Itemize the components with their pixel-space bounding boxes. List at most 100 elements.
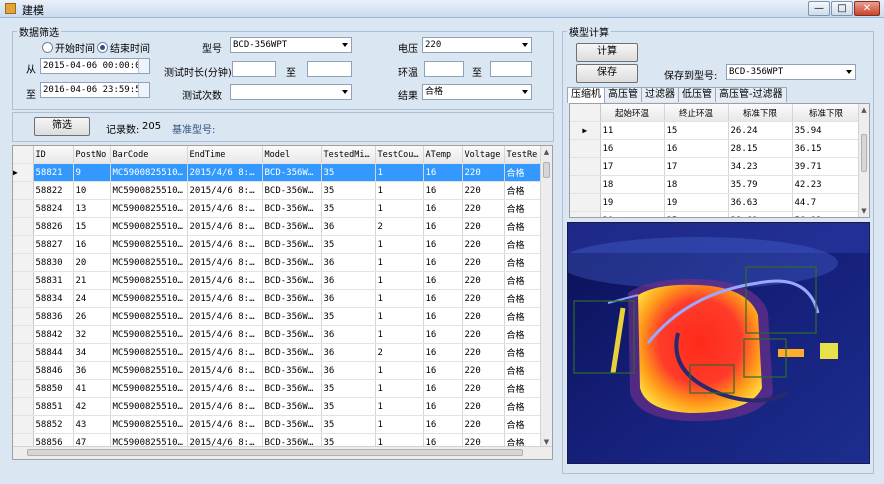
table-cell[interactable]: 1 — [375, 379, 424, 398]
table-cell[interactable]: 2015/4/6 8:24 — [187, 235, 263, 254]
table-cell[interactable]: 16 — [423, 235, 463, 254]
calc-col-header[interactable]: 标准下限 — [728, 104, 793, 122]
calc-cell[interactable]: 36.63 — [728, 193, 793, 212]
table-cell[interactable]: 41 — [73, 379, 111, 398]
table-cell[interactable]: 2015/4/6 8:38 — [187, 397, 263, 416]
table-cell[interactable]: BCD-356WPT — [262, 199, 322, 218]
scroll-up-icon[interactable]: ▲ — [541, 146, 552, 158]
scroll-thumb[interactable] — [861, 134, 867, 172]
calc-grid-scrollbar[interactable]: ▲ ▼ — [858, 104, 869, 217]
table-cell[interactable]: 1 — [375, 289, 424, 308]
table-row[interactable]: 58831 21 MC5900825510... 2015/4/6 8:27 BCD-3… — [13, 271, 543, 290]
calc-cell[interactable]: 11 — [600, 121, 665, 140]
table-cell[interactable]: 1 — [375, 181, 424, 200]
table-cell[interactable]: 合格 — [504, 199, 543, 218]
row-header[interactable] — [570, 211, 601, 217]
table-cell[interactable]: 合格 — [504, 343, 543, 362]
table-row[interactable]: 58827 16 MC5900825510... 2015/4/6 8:24 BCD-3… — [13, 235, 543, 254]
calc-col-header[interactable]: 起始环温 — [600, 104, 665, 122]
table-cell[interactable]: 36 — [73, 361, 111, 380]
table-row[interactable]: 58844 34 MC5900825510... 2015/4/6 8:34 BCD-3… — [13, 343, 543, 362]
table-cell[interactable]: 合格 — [504, 217, 543, 236]
table-cell[interactable]: 13 — [73, 199, 111, 218]
table-row[interactable]: 58850 41 MC5900825510... 2015/4/6 8:38 BCD-3… — [13, 379, 543, 398]
table-cell[interactable]: BCD-356WPT — [262, 181, 322, 200]
radio-end-time[interactable] — [97, 42, 108, 53]
calc-cell[interactable]: 35.79 — [728, 175, 793, 194]
table-cell[interactable]: 2015/4/6 8:39 — [187, 415, 263, 434]
table-cell[interactable]: MC5900825510... — [110, 253, 188, 272]
duration-min-input[interactable] — [232, 61, 276, 77]
table-cell[interactable]: MC5900825510... — [110, 307, 188, 326]
table-cell[interactable]: 合格 — [504, 235, 543, 254]
table-cell[interactable]: 2015/4/6 8:22 — [187, 199, 263, 218]
table-cell[interactable]: 58851 — [33, 397, 74, 416]
table-cell[interactable]: 220 — [462, 253, 505, 272]
table-cell[interactable]: 32 — [73, 325, 111, 344]
tab-high-pressure-filter[interactable]: 高压管-过滤器 — [715, 87, 787, 102]
table-cell[interactable]: 1 — [375, 199, 424, 218]
table-cell[interactable]: 220 — [462, 289, 505, 308]
table-cell[interactable]: 合格 — [504, 181, 543, 200]
table-cell[interactable]: 58844 — [33, 343, 74, 362]
scroll-thumb[interactable] — [543, 162, 550, 178]
calc-row[interactable]: ▶ 11 15 26.24 35.94 — [570, 121, 861, 140]
calc-cell[interactable]: 35.94 — [792, 121, 861, 140]
table-cell[interactable]: 合格 — [504, 307, 543, 326]
table-cell[interactable]: 35 — [321, 199, 376, 218]
scroll-down-icon[interactable]: ▼ — [859, 205, 869, 217]
calc-cell[interactable]: 28.15 — [728, 139, 793, 158]
table-cell[interactable]: 合格 — [504, 289, 543, 308]
table-cell[interactable]: 15 — [73, 217, 111, 236]
table-cell[interactable]: 36 — [321, 271, 376, 290]
col-header[interactable]: Model — [262, 146, 322, 164]
table-cell[interactable]: 21 — [73, 271, 111, 290]
table-cell[interactable]: 2015/4/6 8:26 — [187, 253, 263, 272]
table-cell[interactable]: 合格 — [504, 253, 543, 272]
table-cell[interactable]: 220 — [462, 361, 505, 380]
table-cell[interactable]: 20 — [73, 253, 111, 272]
table-row[interactable]: 58822 10 MC5900825510... 2015/4/6 8:20 BCD-3… — [13, 181, 543, 200]
table-cell[interactable]: MC5900825510... — [110, 181, 188, 200]
to-datetime-input[interactable]: 2016-04-06 23:59:59 — [40, 82, 150, 98]
table-cell[interactable]: 58842 — [33, 325, 74, 344]
calc-row[interactable]: 202538.6156.12 — [570, 211, 861, 217]
table-cell[interactable]: MC5900825510... — [110, 289, 188, 308]
calc-cell[interactable]: 16 — [664, 139, 729, 158]
col-header[interactable]: ID — [33, 146, 74, 164]
calc-cell[interactable]: 16 — [600, 139, 665, 158]
tab-filter[interactable]: 过滤器 — [641, 87, 679, 102]
table-cell[interactable]: 1 — [375, 271, 424, 290]
table-cell[interactable]: 220 — [462, 181, 505, 200]
row-header[interactable] — [13, 289, 34, 308]
table-row[interactable]: 58852 43 MC5900825510... 2015/4/6 8:39 BCD-3… — [13, 415, 543, 434]
table-cell[interactable]: 36 — [321, 361, 376, 380]
table-cell[interactable]: 16 — [423, 343, 463, 362]
table-cell[interactable]: 16 — [423, 217, 463, 236]
compute-button[interactable]: 计算 — [576, 43, 638, 62]
table-row[interactable]: 58826 15 MC5900825510... 2015/4/6 8:23 BCD-3… — [13, 217, 543, 236]
calc-row[interactable]: 17 17 34.23 39.71 — [570, 157, 861, 176]
table-row[interactable]: ▶ 58821 9 MC5900825510... 2015/4/6 8:20 BCD-3… — [13, 163, 543, 182]
table-cell[interactable]: MC5900825510... — [110, 163, 188, 182]
save-button[interactable]: 保存 — [576, 64, 638, 83]
table-cell[interactable]: 26 — [73, 307, 111, 326]
table-cell[interactable]: BCD-356WPT — [262, 379, 322, 398]
table-cell[interactable]: MC5900825510... — [110, 199, 188, 218]
table-cell[interactable]: 35 — [321, 181, 376, 200]
table-cell[interactable]: MC5900825510... — [110, 325, 188, 344]
calc-cell[interactable]: 42.23 — [792, 175, 861, 194]
calc-cell[interactable]: 17 — [664, 157, 729, 176]
table-cell[interactable]: 35 — [321, 163, 376, 182]
calc-cell[interactable]: 18 — [600, 175, 665, 194]
table-cell[interactable]: 36 — [321, 217, 376, 236]
table-cell[interactable]: 58822 — [33, 181, 74, 200]
table-cell[interactable]: MC5900825510... — [110, 379, 188, 398]
maximize-button[interactable]: □ — [831, 1, 853, 16]
table-cell[interactable]: BCD-356WPT — [262, 415, 322, 434]
save-to-select[interactable]: BCD-356WPT — [726, 64, 856, 80]
table-cell[interactable]: 合格 — [504, 379, 543, 398]
table-cell[interactable]: BCD-356WPT — [262, 397, 322, 416]
row-pointer-icon[interactable]: ▶ — [570, 121, 601, 140]
table-cell[interactable]: 2015/4/6 8:33 — [187, 325, 263, 344]
